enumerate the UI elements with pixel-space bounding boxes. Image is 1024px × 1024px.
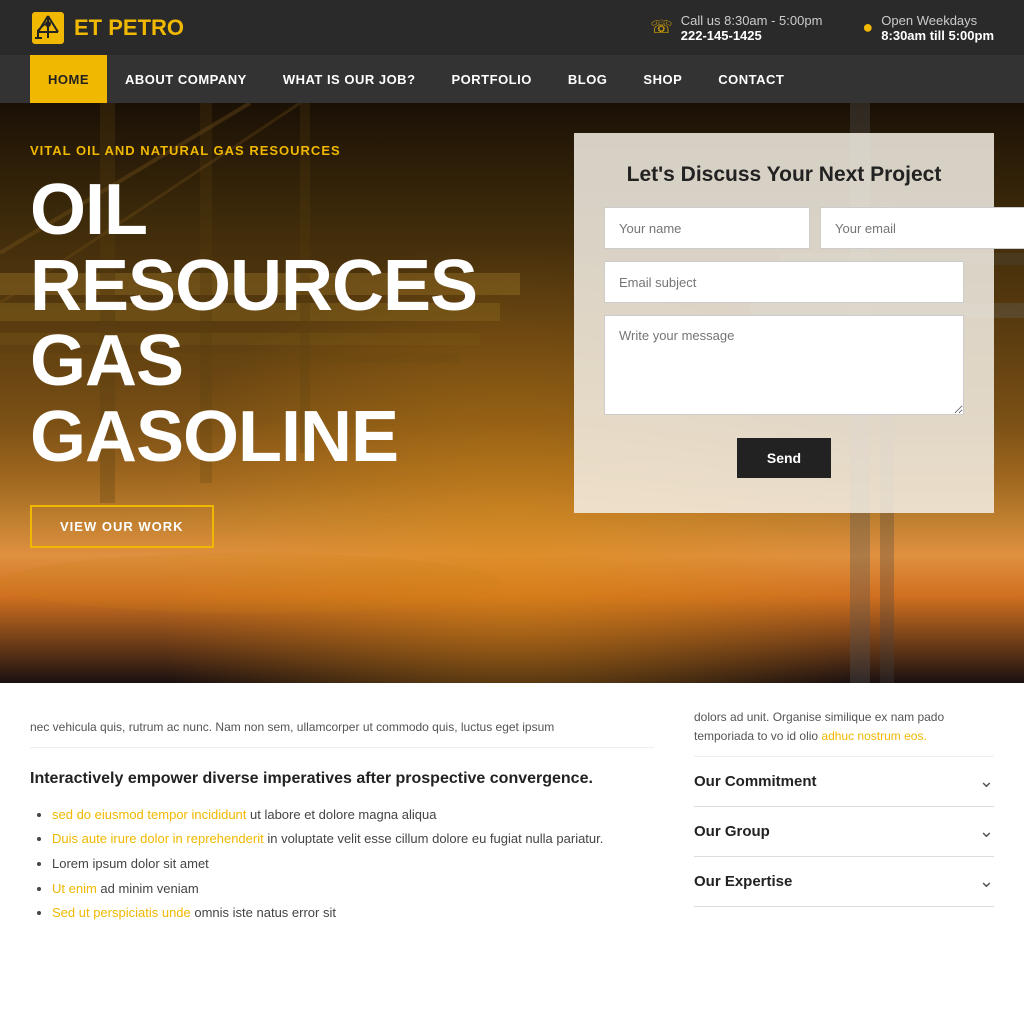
name-input[interactable]	[604, 207, 810, 249]
nav-portfolio[interactable]: PORTFOLIO	[434, 55, 550, 103]
message-textarea[interactable]	[604, 315, 964, 415]
hero-title: OIL RESOURCES GAS GASOLINE	[30, 173, 470, 475]
scrolled-text-left: nec vehicula quis, rutrum ac nunc. Nam n…	[30, 703, 654, 748]
logo: ET PETRO	[30, 10, 184, 46]
hero-cta-button[interactable]: VIEW OUR WORK	[30, 505, 214, 548]
contact-form: Let's Discuss Your Next Project Send	[574, 133, 994, 513]
accordion-expertise-chevron: ⌄	[979, 871, 994, 892]
logo-prefix: ET	[74, 15, 108, 40]
list-item: sed do eiusmod tempor incididunt ut labo…	[52, 803, 654, 828]
accordion-expertise-label: Our Expertise	[694, 873, 792, 890]
phone-number: 222-145-1425	[681, 28, 823, 43]
top-bar: ET PETRO ☏ Call us 8:30am - 5:00pm 222-1…	[0, 0, 1024, 55]
email-input[interactable]	[820, 207, 1024, 249]
list-item: Lorem ipsum dolor sit amet	[52, 852, 654, 877]
accordion-expertise[interactable]: Our Expertise ⌄	[694, 857, 994, 907]
logo-highlight: PETRO	[108, 15, 184, 40]
accordion-commitment-label: Our Commitment	[694, 773, 817, 790]
bullet-list: sed do eiusmod tempor incididunt ut labo…	[30, 803, 654, 926]
logo-text: ET PETRO	[74, 15, 184, 41]
accordion-group[interactable]: Our Group ⌄	[694, 807, 994, 857]
bottom-right: dolors ad unit. Organise similique ex na…	[694, 683, 994, 926]
phone-info: ☏ Call us 8:30am - 5:00pm 222-145-1425	[650, 13, 822, 43]
bottom-section: nec vehicula quis, rutrum ac nunc. Nam n…	[0, 683, 1024, 956]
hero-subtitle: VITAL OIL AND NATURAL GAS RESOURCES	[30, 143, 470, 158]
accordion-group-label: Our Group	[694, 823, 770, 840]
section-heading: Interactively empower diverse imperative…	[30, 768, 654, 790]
nav-job[interactable]: WHAT IS OUR JOB?	[265, 55, 434, 103]
hero-title-line1: OIL	[30, 173, 470, 249]
hero-title-line2: RESOURCES	[30, 249, 470, 325]
clock-icon: ●	[862, 17, 873, 38]
accordion: Our Commitment ⌄ Our Group ⌄ Our Experti…	[694, 757, 994, 907]
bottom-left: nec vehicula quis, rutrum ac nunc. Nam n…	[30, 683, 654, 926]
nav-about[interactable]: ABOUT COMPANY	[107, 55, 265, 103]
hero-title-line4: GASOLINE	[30, 400, 470, 476]
nav-home[interactable]: HOME	[30, 55, 107, 103]
call-label: Call us 8:30am - 5:00pm	[681, 13, 823, 28]
subject-input[interactable]	[604, 261, 964, 303]
hours-value: 8:30am till 5:00pm	[881, 28, 994, 43]
list-item: Duis aute irure dolor in reprehenderit i…	[52, 827, 654, 852]
nav-contact[interactable]: CONTACT	[700, 55, 802, 103]
send-button[interactable]: Send	[737, 438, 831, 478]
form-name-email-row	[604, 207, 964, 249]
accordion-group-chevron: ⌄	[979, 821, 994, 842]
hours-info: ● Open Weekdays 8:30am till 5:00pm	[862, 13, 994, 43]
scrolled-text-right: dolors ad unit. Organise similique ex na…	[694, 693, 994, 757]
form-title: Let's Discuss Your Next Project	[604, 163, 964, 187]
scrolled-text-left-content: nec vehicula quis, rutrum ac nunc. Nam n…	[30, 720, 554, 734]
nav-blog[interactable]: BLOG	[550, 55, 626, 103]
hero-title-line3: GAS	[30, 324, 470, 400]
accordion-commitment[interactable]: Our Commitment ⌄	[694, 757, 994, 807]
contact-info: ☏ Call us 8:30am - 5:00pm 222-145-1425 ●…	[650, 13, 994, 43]
hours-label: Open Weekdays	[881, 13, 977, 28]
list-item: Ut enim ad minim veniam	[52, 877, 654, 902]
list-item: Sed ut perspiciatis unde omnis iste natu…	[52, 901, 654, 926]
hero-section: VITAL OIL AND NATURAL GAS RESOURCES OIL …	[0, 103, 1024, 683]
hero-content: VITAL OIL AND NATURAL GAS RESOURCES OIL …	[0, 103, 500, 578]
nav-bar: HOME ABOUT COMPANY WHAT IS OUR JOB? PORT…	[0, 55, 1024, 103]
accordion-commitment-chevron: ⌄	[979, 771, 994, 792]
phone-icon: ☏	[650, 17, 673, 38]
nav-shop[interactable]: SHOP	[625, 55, 700, 103]
logo-icon	[30, 10, 66, 46]
scrolled-link[interactable]: adhuc nostrum eos.	[821, 729, 926, 743]
